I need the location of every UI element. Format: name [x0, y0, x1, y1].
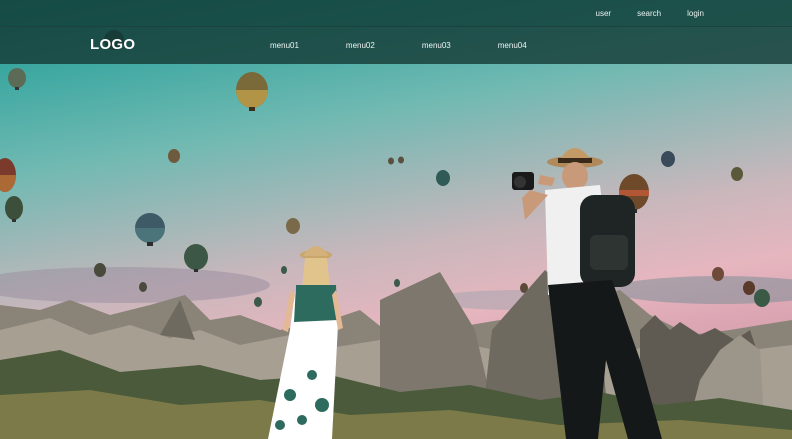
hero-photo: user search login LOGO menu01 menu02 men… — [0, 0, 792, 439]
main-navbar: LOGO menu01 menu02 menu03 menu04 — [0, 26, 792, 64]
balloon-landscape-illustration — [0, 30, 792, 439]
search-link[interactable]: search — [637, 9, 661, 18]
user-link[interactable]: user — [596, 9, 612, 18]
menu-item-2[interactable]: menu02 — [346, 41, 375, 50]
menu-item-4[interactable]: menu04 — [498, 41, 527, 50]
main-menu: menu01 menu02 menu03 menu04 — [270, 26, 527, 64]
menu-item-3[interactable]: menu03 — [422, 41, 451, 50]
menu-item-1[interactable]: menu01 — [270, 41, 299, 50]
top-utility-bar: user search login — [0, 0, 792, 27]
balloon-group — [0, 30, 770, 307]
login-link[interactable]: login — [687, 9, 704, 18]
top-links: user search login — [596, 0, 704, 26]
site-logo[interactable]: LOGO — [90, 26, 135, 64]
